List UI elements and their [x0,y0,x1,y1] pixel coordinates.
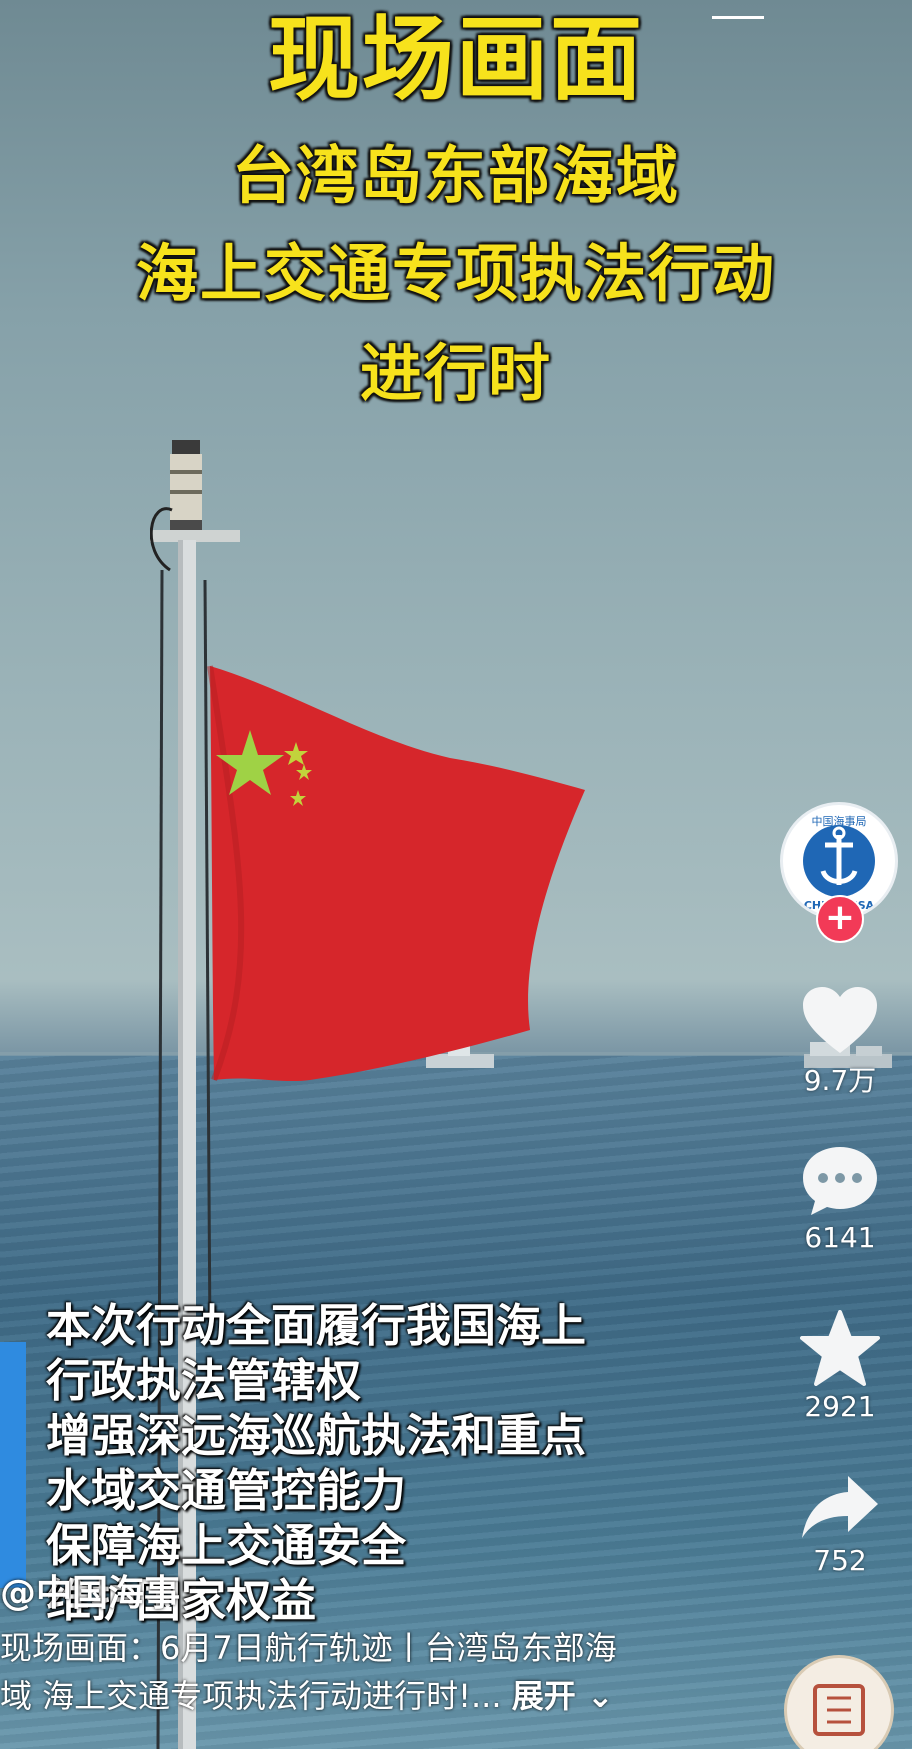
left-edge-tab[interactable] [0,1342,26,1588]
video-description[interactable]: 现场画面：6月7日航行轨迹丨台湾岛东部海 域 海上交通专项执法行动进行时!...… [0,1624,617,1720]
national-flag [207,665,585,1082]
follow-button[interactable]: + [816,895,864,943]
comment-button[interactable]: 6141 [780,1145,900,1254]
avatar-label: 中国海事局 [812,814,867,828]
comment-count: 6141 [804,1221,876,1254]
share-arrow-icon [802,1476,878,1538]
description-line: 现场画面：6月7日航行轨迹丨台湾岛东部海 [0,1629,617,1667]
author-name[interactable]: @中国海事 [0,1564,180,1616]
caption-line: 本次行动全面履行我国海上 [46,1299,587,1352]
overlay-title-main: 现场画面 [267,6,644,113]
comment-icon [803,1147,877,1215]
like-count: 9.7万 [803,1064,877,1097]
overlay-title-line3: 海上交通专项执法行动 [135,237,776,310]
overlay-title-line4: 进行时 [359,337,552,410]
caption-line: 水域交通管控能力 [46,1464,407,1517]
share-button[interactable]: 752 [780,1474,900,1577]
caption-line: 行政执法管辖权 [46,1354,362,1407]
heart-icon [803,987,877,1053]
music-disc[interactable] [784,1655,894,1749]
chevron-down-icon: ⌄ [575,1677,614,1715]
seal-icon [813,1684,865,1736]
favorite-button[interactable]: 2921 [780,1310,900,1423]
like-button[interactable]: 9.7万 [780,985,900,1099]
overlay-title-line2: 台湾岛东部海域 [231,139,680,212]
star-icon [800,1310,880,1386]
expand-button[interactable]: 展开 ⌄ [512,1677,614,1715]
share-count: 752 [813,1544,867,1577]
video-player[interactable]: 现场画面 台湾岛东部海域 海上交通专项执法行动 进行时 本次行动全面履行我国海上… [0,0,912,1749]
caption-line: 增强深远海巡航执法和重点 [46,1409,587,1462]
description-line: 域 海上交通专项执法行动进行时!... [0,1677,502,1715]
favorite-count: 2921 [804,1390,876,1423]
